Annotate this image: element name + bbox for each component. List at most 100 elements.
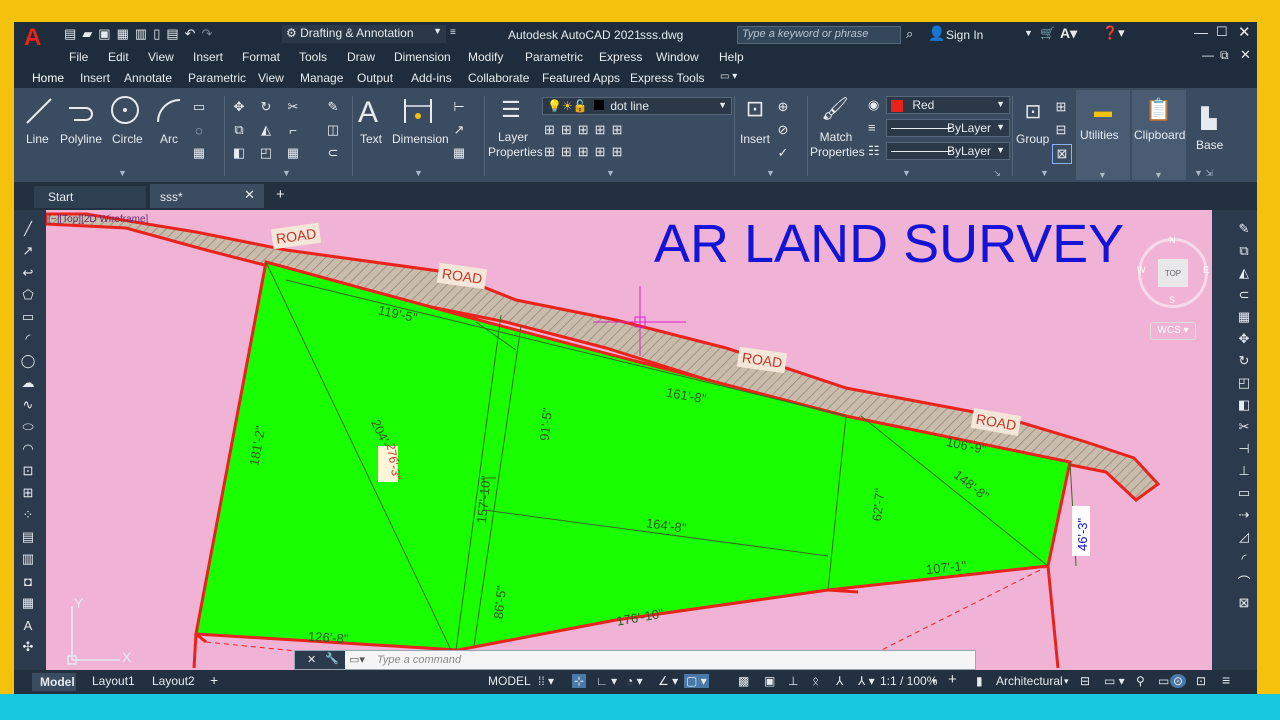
menu-edit[interactable]: Edit [108,50,129,64]
viewcube-top-face[interactable]: TOP [1158,259,1188,287]
base-label[interactable]: Base [1196,138,1223,152]
close-button[interactable]: ✕ [1238,23,1251,41]
tab-addins[interactable]: Add-ins [411,71,452,85]
insert-block-icon[interactable]: ⊡ [740,94,770,124]
groups-panel-expand-icon[interactable]: ▼ [1040,168,1049,180]
text-tool-icon[interactable]: A [358,96,378,130]
text-tool-label[interactable]: Text [360,132,382,146]
side-offset-icon[interactable]: ⊂ [1234,286,1254,304]
ortho-icon[interactable]: ∟ ▾ [596,674,617,688]
tab-collaborate[interactable]: Collaborate [468,71,529,85]
scale-tool-icon[interactable]: ◰ [257,144,275,162]
signin-link[interactable]: Sign In [946,28,983,42]
side-ellipse-icon[interactable]: ⬭ [18,418,38,436]
side-revcloud-icon[interactable]: ☁ [18,374,38,392]
menu-tools[interactable]: Tools [299,50,327,64]
search-box[interactable]: Type a keyword or phrase [737,26,901,44]
command-settings-icon[interactable]: 🔧 [325,652,339,665]
side-trim-icon[interactable]: ✂ [1234,418,1254,436]
menu-parametric[interactable]: Parametric [525,50,583,64]
side-array-icon[interactable]: ▦ [1234,308,1254,326]
side-mtext-icon[interactable]: A [18,616,38,634]
mirror-tool-icon[interactable]: ◭ [257,121,275,139]
isodraft-icon[interactable]: ∠ ▾ [658,674,678,688]
offset-tool-icon[interactable]: ⊂ [324,144,342,162]
new-tab-icon[interactable]: + [276,186,285,203]
side-chamfer-icon[interactable]: ◿ [1234,528,1254,546]
tab-insert[interactable]: Insert [80,71,110,85]
insert-block-label[interactable]: Insert [740,132,770,146]
base-view-icon[interactable]: ▙ [1194,104,1224,132]
group-edit-icon[interactable]: ⊟ [1052,121,1070,139]
wcs-menu[interactable]: WCS ▾ [1150,322,1196,340]
side-hatch-icon[interactable]: ▤ [18,528,38,546]
side-explode-icon[interactable]: ⊠ [1234,594,1254,612]
side-table-icon[interactable]: ▦ [18,594,38,612]
side-xline-icon[interactable]: ↗ [18,242,38,260]
side-gradient-icon[interactable]: ▥ [18,550,38,568]
explode-tool-icon[interactable]: ◫ [324,121,342,139]
utilities-panel[interactable]: ▬ Utilities ▼ [1076,90,1130,180]
side-scale-icon[interactable]: ◰ [1234,374,1254,392]
layout-tab-model[interactable]: Model [32,673,76,691]
clipboard-panel[interactable]: 📋 Clipboard ▼ [1132,90,1186,180]
doc-close-button[interactable]: ✕ [1240,47,1251,63]
side-polyline-icon[interactable]: ↩ [18,264,38,282]
menu-window[interactable]: Window [656,50,699,64]
doc-minimize-button[interactable]: — [1202,48,1214,62]
hardware-accel-icon[interactable]: ▭ [1158,674,1169,688]
tab-featured-apps[interactable]: Featured Apps [542,71,620,85]
side-point-icon[interactable]: ⁘ [18,506,38,524]
workspace-select[interactable]: ⚙ Drafting & Annotation ▼ [282,25,446,43]
side-fillet-icon[interactable]: ◜ [1234,550,1254,568]
polyline-tool-icon[interactable] [66,96,100,126]
command-close-icon[interactable]: ✕ [307,653,316,666]
minimize-button[interactable]: — [1194,24,1208,40]
fullscreen-icon[interactable]: ⊡ [1196,674,1206,688]
arc-tool-icon[interactable] [154,96,184,126]
isolate-objects-icon[interactable]: ⚲ [1136,674,1145,688]
match-properties-icon[interactable]: 🖌 [820,94,850,124]
ribbon-minimize-icon[interactable]: ▭ ▾ [720,71,737,82]
linear-dim-icon[interactable]: ⊢ [450,98,468,116]
search-icon[interactable]: ⌕ [906,26,913,42]
osnap-icon[interactable]: ▢ ▾ [684,674,709,688]
side-extend-icon[interactable]: ⊣ [1234,440,1254,458]
units-select[interactable]: Architectural [996,674,1063,688]
autodesk-a360-icon[interactable]: A▾ [1060,25,1077,42]
help-icon[interactable]: ❓▾ [1102,25,1125,41]
group-icon[interactable]: ⊡ [1018,96,1048,126]
group-select-icon[interactable]: ⊠ [1052,144,1072,164]
command-prompt-icon[interactable]: ▭▾ [349,653,365,666]
side-line-icon[interactable]: ╱ [18,220,38,238]
tab-parametric[interactable]: Parametric [188,71,246,85]
side-make-block-icon[interactable]: ⊞ [18,484,38,502]
create-block-icon[interactable]: ⊕ [774,98,792,116]
side-mirror-icon[interactable]: ◭ [1234,264,1254,282]
tab-home[interactable]: Home [32,71,64,85]
selection-cycling-icon[interactable]: ▣ [764,674,775,688]
array-tool-icon[interactable]: ▦ [284,144,302,162]
polyline-tool-label[interactable]: Polyline [60,132,102,146]
annotation-panel-expand-icon[interactable]: ▼ [414,168,423,180]
layer-tools-row1[interactable]: ⊞⊞⊞⊞⊞ [544,122,628,138]
tab-annotate[interactable]: Annotate [124,71,172,85]
attribute-icon[interactable]: ✓ [774,144,792,162]
line-tool-icon[interactable] [24,96,54,126]
side-break-icon[interactable]: ⊥ [1234,462,1254,480]
linetype-select[interactable]: ByLayer ▼ [886,119,1010,137]
tab-start[interactable]: Start [34,186,146,208]
menu-dimension[interactable]: Dimension [394,50,451,64]
tab-sss[interactable]: sss* ✕ [150,184,264,208]
grid-icon[interactable]: ⁞⁞ ▾ [538,674,554,688]
layer-properties-label[interactable]: Layer Properties [488,130,543,160]
rectangle-tool-icon[interactable]: ▭ [190,98,208,116]
units-chevron-icon[interactable]: ▾ [1064,676,1069,687]
viewcube[interactable]: TOP N S W E [1137,235,1209,308]
layers-panel-expand-icon[interactable]: ▼ [606,168,615,180]
circle-tool-label[interactable]: Circle [112,132,143,146]
side-region-icon[interactable]: ◘ [18,572,38,590]
workspace-more-icon[interactable]: ≡ [450,27,456,38]
block-panel-expand-icon[interactable]: ▼ [766,168,775,180]
side-breakpoint-icon[interactable]: ▭ [1234,484,1254,502]
